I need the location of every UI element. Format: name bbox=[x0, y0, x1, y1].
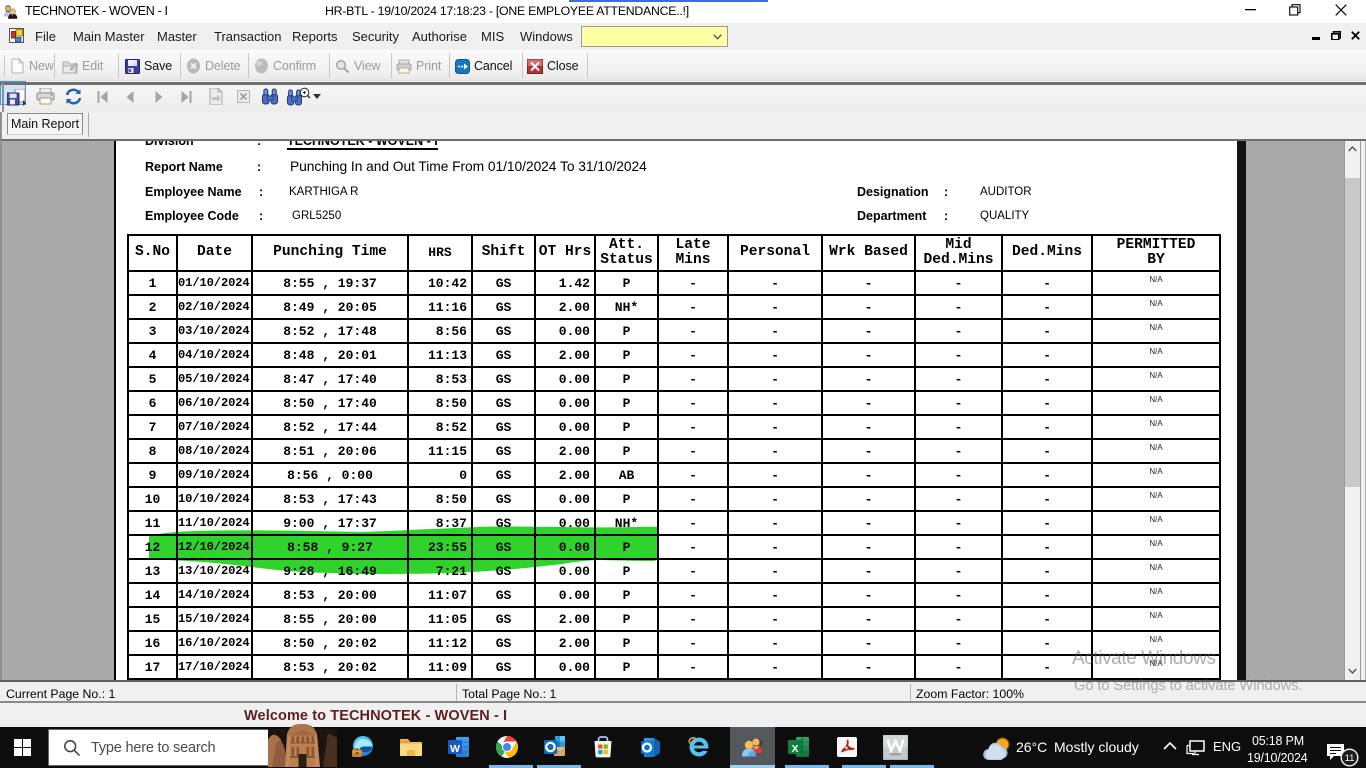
svg-text:W: W bbox=[450, 743, 460, 755]
svg-text:11: 11 bbox=[1345, 753, 1355, 764]
svg-text:X: X bbox=[791, 743, 798, 755]
